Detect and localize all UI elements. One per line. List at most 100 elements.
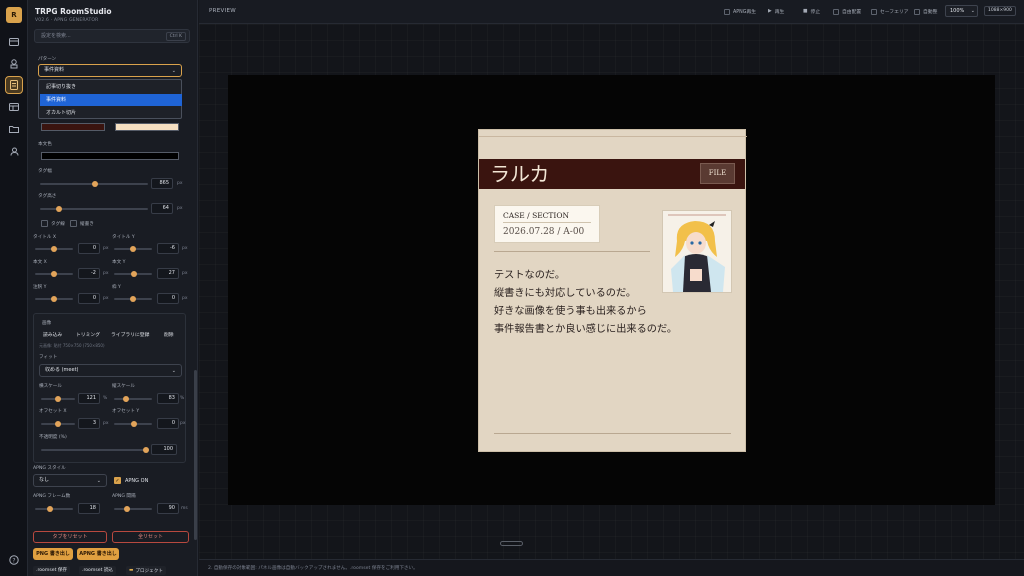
apng-frames-slider[interactable]	[35, 506, 73, 512]
offset-label: 本文 Y	[112, 260, 126, 265]
slider-knob[interactable]	[131, 421, 137, 427]
slider-knob[interactable]	[123, 396, 129, 402]
slider-knob[interactable]	[130, 296, 136, 302]
offset-input[interactable]: 27	[157, 268, 179, 279]
settings-search-input[interactable]: 設定を検索... Ctrl K	[34, 29, 190, 43]
image-delete-button[interactable]: 削除	[161, 331, 177, 341]
free-placement-toggle[interactable]: 自由配置	[833, 8, 861, 15]
offset-x-input[interactable]: 3	[78, 418, 100, 429]
offset-slider[interactable]	[114, 271, 152, 277]
x-scale-slider[interactable]	[41, 396, 75, 402]
offset-input[interactable]: -2	[78, 268, 100, 279]
offset-input[interactable]: -6	[157, 243, 179, 254]
template-icon[interactable]	[5, 98, 23, 116]
apng-style-select[interactable]: なし ⌄	[33, 474, 107, 487]
offset-y-label: オフセット Y	[112, 409, 140, 414]
folder-icon[interactable]	[5, 120, 23, 138]
x-scale-input[interactable]: 121	[78, 393, 100, 404]
apng-on-checkbox[interactable]: ✓	[114, 477, 121, 484]
opacity-slider[interactable]	[41, 447, 149, 453]
offset-slider[interactable]	[35, 271, 73, 277]
body-text-line: テストなのだ。	[494, 270, 566, 281]
offset-label: 本文 X	[33, 260, 47, 265]
slider-knob[interactable]	[143, 447, 149, 453]
unit-label: px	[177, 181, 183, 186]
band-color-swatch[interactable]	[41, 123, 105, 131]
auto-align-toggle[interactable]: 自動整	[914, 8, 937, 15]
sidebar-scrollbar[interactable]	[194, 370, 197, 540]
slider-knob[interactable]	[55, 396, 61, 402]
help-icon[interactable]: ?	[5, 551, 23, 569]
apng-frames-input[interactable]: 18	[78, 503, 100, 514]
pattern-select[interactable]: 事件資料 ⌄	[38, 64, 182, 77]
slider-knob[interactable]	[55, 421, 61, 427]
pattern-option[interactable]: オカルト切片	[40, 107, 182, 119]
toggle-label: セーフエリア	[880, 10, 909, 15]
text-color-swatch[interactable]	[41, 152, 179, 160]
opacity-input[interactable]: 100	[151, 444, 177, 455]
roomset-save-button[interactable]: .roomset 保存	[33, 566, 71, 575]
vertical-checkbox[interactable]	[70, 220, 77, 227]
slider-knob[interactable]	[51, 296, 57, 302]
reset-all-button[interactable]: 全リセット	[112, 531, 189, 543]
slider-knob[interactable]	[92, 181, 98, 187]
offset-x-slider[interactable]	[41, 421, 75, 427]
y-scale-label: 縦スケール	[112, 384, 135, 389]
offset-input[interactable]: 0	[78, 293, 100, 304]
chevron-down-icon: ⌄	[96, 478, 101, 484]
reset-tab-button[interactable]: タブをリセット	[33, 531, 107, 543]
paper-color-swatch[interactable]	[115, 123, 179, 131]
roomset-load-button[interactable]: .roomset 読込	[79, 566, 117, 575]
offset-y-slider[interactable]	[114, 421, 152, 427]
project-button[interactable]: ▬ プロジェクト	[126, 566, 166, 575]
png-export-button[interactable]: PNG 書き出し	[33, 548, 73, 560]
fit-select[interactable]: 収める (meet) ⌄	[39, 364, 182, 377]
offset-slider[interactable]	[114, 246, 152, 252]
offset-input[interactable]: 0	[78, 243, 100, 254]
apng-play-toggle[interactable]: APNG再生	[724, 8, 756, 15]
svg-text:?: ?	[12, 557, 15, 564]
offset-slider[interactable]	[114, 296, 152, 302]
document-icon[interactable]	[5, 76, 23, 94]
offset-input[interactable]: 0	[157, 293, 179, 304]
play-button[interactable]: ▶ 再生	[768, 8, 784, 15]
slider-knob[interactable]	[130, 246, 136, 252]
tag-height-slider[interactable]	[40, 206, 148, 212]
stamp-icon[interactable]	[5, 55, 23, 73]
offset-y-input[interactable]: 0	[157, 418, 179, 429]
offset-slider[interactable]	[35, 246, 73, 252]
apng-export-button[interactable]: APNG 書き出し	[77, 548, 119, 560]
apng-interval-input[interactable]: 90	[157, 503, 179, 514]
slider-knob[interactable]	[51, 246, 57, 252]
safe-area-toggle[interactable]: セーフエリア	[871, 8, 909, 15]
image-trim-button[interactable]: トリミング	[73, 331, 103, 341]
pattern-option-selected[interactable]: 事件資料	[40, 94, 182, 106]
slider-knob[interactable]	[131, 271, 137, 277]
image-library-button[interactable]: ライブラリに登録	[108, 331, 152, 341]
pattern-option[interactable]: 記事切り抜き	[40, 81, 182, 93]
tag-width-input[interactable]: 865	[151, 178, 173, 189]
slider-knob[interactable]	[124, 506, 130, 512]
slider-knob[interactable]	[56, 206, 62, 212]
vertical-label: 縦書き	[80, 222, 94, 227]
apng-interval-slider[interactable]	[114, 506, 152, 512]
person-icon[interactable]	[5, 142, 23, 160]
case-file-card[interactable]: ラルカ FILE CASE / SECTION 2026.07.28 / A-0…	[478, 129, 747, 452]
stop-button[interactable]: ■ 停止	[803, 8, 820, 15]
tag-height-input[interactable]: 64	[151, 203, 173, 214]
card-icon[interactable]	[5, 33, 23, 51]
image-load-button[interactable]: 読み込み	[40, 331, 65, 341]
slider-knob[interactable]	[47, 506, 53, 512]
y-scale-input[interactable]: 83	[157, 393, 179, 404]
apng-interval-label: APNG 間隔	[112, 494, 136, 499]
offset-slider[interactable]	[35, 296, 73, 302]
tag-border-checkbox[interactable]	[41, 220, 48, 227]
slider-knob[interactable]	[51, 271, 57, 277]
tag-height-label: タグ高さ	[38, 194, 57, 199]
folder-icon: ▬	[129, 568, 134, 573]
toggle-label: 自動整	[923, 10, 938, 15]
y-scale-slider[interactable]	[114, 396, 152, 402]
preview-resize-handle[interactable]	[500, 541, 523, 546]
tag-width-slider[interactable]	[40, 181, 148, 187]
zoom-select[interactable]: 100% ⌄	[945, 5, 978, 17]
